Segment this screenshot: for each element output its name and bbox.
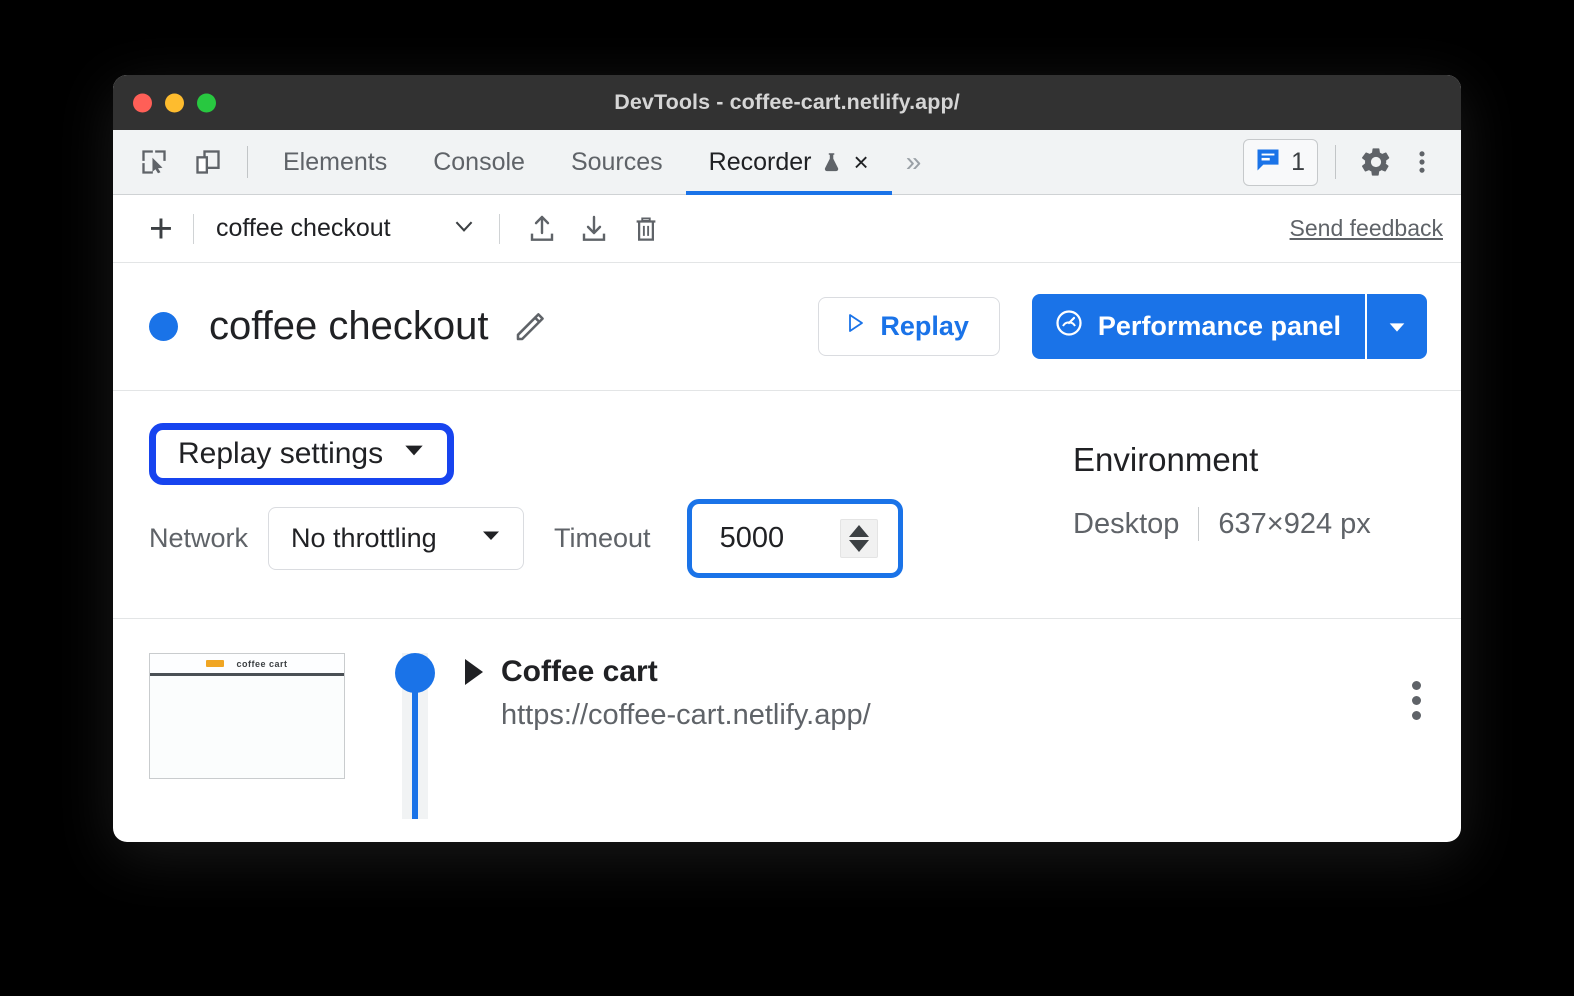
environment-device: Desktop	[1073, 507, 1180, 540]
thumbnail-logo-icon	[206, 660, 225, 667]
timeline-step-dot[interactable]	[395, 653, 435, 693]
tab-sources-label: Sources	[570, 147, 663, 176]
window-title: DevTools - coffee-cart.netlify.app/	[614, 90, 960, 114]
tab-elements-label: Elements	[283, 147, 388, 176]
gear-icon[interactable]	[1353, 145, 1399, 179]
caret-down-icon	[1389, 322, 1405, 332]
chevron-down-icon	[451, 213, 477, 244]
step-url: https://coffee-cart.netlify.app/	[501, 699, 871, 731]
network-throttling-value: No throttling	[291, 523, 437, 553]
close-recorder-tab-button[interactable]: ×	[854, 149, 869, 175]
recorder-toolbar: + coffee checkout Send feedback	[113, 195, 1461, 263]
thumbnail-label: coffee cart	[236, 658, 288, 669]
toolbar-divider-2	[498, 213, 500, 244]
kebab-dot-2	[1412, 696, 1421, 705]
minimize-window-button[interactable]	[165, 93, 184, 112]
tab-elements[interactable]: Elements	[260, 130, 410, 194]
inspect-cursor-icon[interactable]	[127, 130, 181, 194]
replay-settings-group: Replay settings Network No throttling Ti…	[149, 423, 903, 578]
replay-settings-section: Replay settings Network No throttling Ti…	[113, 391, 1461, 619]
tab-sources[interactable]: Sources	[548, 130, 686, 194]
send-feedback-link[interactable]: Send feedback	[1290, 215, 1443, 242]
create-recording-button[interactable]: +	[145, 208, 177, 248]
stepper-down-icon[interactable]	[848, 540, 869, 552]
recording-actions: Replay Performance panel	[818, 294, 1427, 359]
number-stepper-icon[interactable]	[839, 519, 878, 558]
environment-section: Environment Desktop 637×924 px	[1073, 441, 1371, 541]
performance-gauge-icon	[1054, 308, 1084, 345]
pencil-edit-icon[interactable]	[512, 309, 548, 345]
replay-button[interactable]: Replay	[818, 297, 1000, 356]
tab-console[interactable]: Console	[410, 130, 548, 194]
tabbar-divider	[247, 146, 248, 178]
performance-panel-label: Performance panel	[1097, 311, 1341, 341]
panel-tabs: Elements Console Sources Recorder ×	[260, 130, 892, 195]
main-menu-kebab-icon[interactable]	[1399, 145, 1445, 179]
close-window-button[interactable]	[133, 93, 152, 112]
step-header: Coffee cart	[465, 655, 871, 689]
recording-selector-label: coffee checkout	[215, 214, 391, 242]
maximize-window-button[interactable]	[197, 93, 216, 112]
timeout-field-highlight	[686, 499, 903, 578]
list-item[interactable]: Coffee cart https://coffee-cart.netlify.…	[465, 653, 871, 779]
tab-console-label: Console	[433, 147, 525, 176]
step-title: Coffee cart	[501, 655, 658, 688]
kebab-dot-3	[1412, 711, 1421, 720]
environment-details: Desktop 637×924 px	[1073, 507, 1371, 541]
device-toolbar-icon[interactable]	[181, 130, 235, 194]
more-tabs-icon[interactable]: »	[892, 130, 936, 194]
window-titlebar: DevTools - coffee-cart.netlify.app/	[113, 75, 1461, 130]
replay-settings-fields: Network No throttling Timeout	[149, 499, 903, 578]
stepper-up-icon[interactable]	[848, 525, 869, 537]
devtools-tabbar: Elements Console Sources Recorder × » 1	[113, 130, 1461, 195]
replay-settings-toggle[interactable]: Replay settings	[149, 423, 455, 485]
network-throttling-select[interactable]: No throttling	[268, 507, 525, 570]
caret-down-icon	[479, 523, 503, 554]
tabbar-actions-divider	[1335, 145, 1336, 179]
caret-down-icon	[401, 437, 427, 471]
devtools-window: DevTools - coffee-cart.netlify.app/ Elem…	[113, 75, 1461, 842]
environment-title: Environment	[1073, 441, 1259, 478]
tabbar-actions: 1	[1243, 130, 1461, 194]
issues-message-icon	[1254, 146, 1282, 179]
issues-count: 1	[1291, 147, 1305, 176]
page-screenshot-thumbnail: coffee cart	[149, 653, 345, 779]
kebab-dot-1	[1412, 681, 1421, 690]
tab-recorder[interactable]: Recorder ×	[685, 130, 892, 195]
recording-header: coffee checkout Replay Performance panel	[113, 263, 1461, 391]
recording-selector[interactable]: coffee checkout	[210, 209, 483, 248]
window-controls[interactable]	[133, 93, 216, 112]
replay-button-label: Replay	[880, 311, 969, 341]
expand-triangle-icon[interactable]	[465, 659, 483, 685]
toolbar-divider-1	[192, 213, 194, 244]
import-upload-icon[interactable]	[516, 207, 568, 251]
timeout-field[interactable]	[695, 508, 894, 569]
trash-icon[interactable]	[620, 207, 672, 251]
step-kebab-menu-icon[interactable]	[1402, 677, 1431, 724]
thumbnail-header-bar: coffee cart	[150, 654, 344, 676]
screenshot-stage: DevTools - coffee-cart.netlify.app/ Elem…	[0, 0, 1574, 996]
environment-viewport: 637×924 px	[1218, 507, 1371, 540]
recording-status-dot	[149, 312, 178, 341]
timeout-input[interactable]	[719, 522, 818, 555]
replay-settings-label: Replay settings	[178, 437, 384, 470]
timeline-progress-line	[412, 671, 418, 819]
play-triangle-icon	[843, 311, 867, 342]
export-download-icon[interactable]	[568, 207, 620, 251]
step-timeline	[391, 653, 439, 819]
environment-divider	[1198, 507, 1200, 541]
tab-recorder-label: Recorder	[708, 147, 812, 176]
network-label: Network	[149, 523, 249, 553]
experimental-flask-icon	[821, 149, 843, 175]
issues-badge[interactable]: 1	[1243, 138, 1318, 186]
performance-panel-button[interactable]: Performance panel	[1031, 294, 1365, 359]
performance-panel-button-group: Performance panel	[1031, 294, 1427, 359]
page-title: coffee checkout	[209, 304, 489, 348]
steps-list: coffee cart Coffee cart https://coffee-c…	[113, 619, 1461, 819]
timeout-label: Timeout	[554, 523, 651, 553]
performance-panel-dropdown-button[interactable]	[1365, 294, 1427, 359]
